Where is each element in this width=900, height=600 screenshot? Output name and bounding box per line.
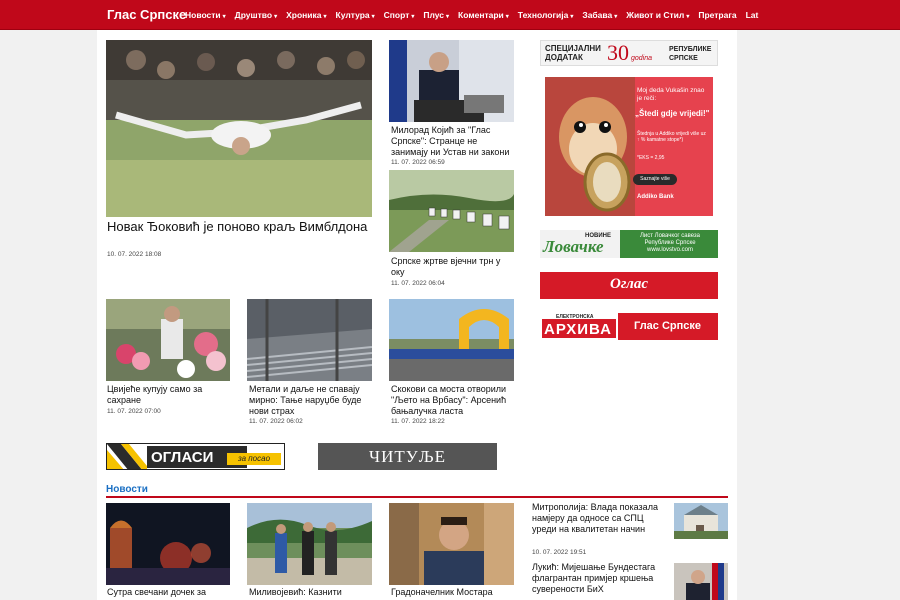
metal-article-image[interactable] [247,299,372,381]
addiko-eks: *EKS = 2,95 [637,155,665,161]
specijalni-line1: СПЕЦИЈАЛНИ [545,44,601,53]
news3-image[interactable] [389,503,514,585]
metal-article-title[interactable]: Метали и даље не спавају мирно: Тање нар… [249,384,373,417]
addiko-ad[interactable]: Moj deda Vukašin znao je reči: „Štedi gd… [545,77,713,216]
nav-item-label: Забава [582,10,613,20]
nav-item-label: Хроника [286,10,322,20]
cvijece-article-date: 11. 07. 2022 07:00 [107,408,161,415]
oglas-banner[interactable]: Оглас [540,272,718,299]
addiko-bank-logo: Addiko Bank [637,194,674,200]
kojic-article-date: 11. 07. 2022 06:59 [391,159,445,166]
nav-item-0[interactable]: Новости ▾ [185,10,226,20]
lovacke-novine-banner[interactable]: НОВИНЕ Ловачке Лист Ловачког савеза Репу… [540,230,718,258]
side-news1-image[interactable] [674,503,728,539]
news1-title[interactable]: Сутра свечани дочек за [107,587,230,598]
nav-item-label: Lat [745,10,759,20]
addiko-quote: Moj deda Vukašin znao je reči: [637,87,705,102]
oglasi-label: ОГЛАСИ [151,449,214,466]
chevron-down-icon: ▾ [222,14,226,20]
specijalni-dodatak-banner[interactable]: СПЕЦИЈАЛНИ ДОДАТАК 30 godina РЕПУБЛИКЕ С… [540,40,718,66]
nav-item-label: Претрага [698,10,737,20]
news3-title[interactable]: Градоначелник Мостара [391,587,515,598]
cvijece-article-title[interactable]: Цвијеће купују само за сахране [107,384,230,406]
side-news1-title[interactable]: Митрополија: Влада показала намјеру да о… [532,502,660,535]
news2-image[interactable] [247,503,372,585]
news1-image[interactable] [106,503,230,585]
main-article-date: 10. 07. 2022 18:08 [107,251,162,258]
news2-title[interactable]: Миливојевић: Казнити [249,587,373,598]
nav-item-3[interactable]: Култура ▾ [336,10,375,20]
nav-item-label: Култура [335,10,370,20]
cvijece-article-image[interactable] [106,299,230,381]
chevron-down-icon: ▾ [274,14,278,20]
nav-item-label: Коментари [458,10,504,20]
arhiva-banner[interactable]: ЕЛЕКТРОНСКА АРХИВА Глас Српске [540,313,718,340]
oglas-label: Оглас [609,276,649,292]
main-article-title[interactable]: Новак Ђоковић је поново краљ Вимблдона [107,219,372,234]
site-logo[interactable]: Глас Српске [107,7,186,22]
zrtve-article-date: 11. 07. 2022 06:04 [391,280,445,287]
chevron-down-icon: ▾ [446,14,450,20]
chevron-down-icon: ▾ [371,14,375,20]
side-news2-title[interactable]: Лукић: Мијешање Бундестага флагрантан пр… [532,562,660,595]
addiko-slogan: „Štedi gdje vrijedi!" [635,109,710,118]
section-title-novosti[interactable]: Новости [106,484,148,495]
top-navbar: Глас Српске Новости ▾ Друштво ▾ Хроника ▾ Култ… [0,0,900,30]
citulje-label: ЧИТУЉЕ [369,447,446,466]
arhiva-brand-label: Глас Српске [634,320,702,332]
skokovi-article-date: 11. 07. 2022 18:22 [391,418,445,425]
section-divider [106,496,728,498]
side-news2-image[interactable] [674,563,728,600]
chevron-down-icon: ▾ [686,14,690,20]
zrtve-article-title[interactable]: Српске жртве вјечни трн у оку [391,256,515,278]
main-article-image[interactable] [106,40,372,217]
specijalni-godina: godina [631,55,653,62]
lovacke-sub1: Лист Ловачког савеза [639,233,701,239]
chevron-down-icon: ▾ [570,14,574,20]
chevron-down-icon: ▾ [411,14,415,20]
lovacke-title: Ловачке [543,237,604,256]
specijalni-line2: ДОДАТАК [545,53,583,62]
lovacke-sub2: Републике Српске [644,240,696,246]
nav-item-label: Технологија [517,10,569,20]
skokovi-article-image[interactable] [389,299,514,381]
specijalni-number: 30 [607,40,629,65]
nav-item-9[interactable]: Живот и Стил ▾ [626,10,689,20]
chevron-down-icon: ▾ [505,14,509,20]
chevron-down-icon: ▾ [323,14,327,20]
lovacke-url: www.lovstvo.com [646,247,693,253]
nav-item-2[interactable]: Хроника ▾ [286,10,326,20]
main-nav: Новости ▾ Друштво ▾ Хроника ▾ Култура ▾ Спорт ▾ Пл… [185,10,767,20]
chevron-down-icon: ▾ [614,14,618,20]
nav-item-1[interactable]: Друштво ▾ [235,10,277,20]
nav-item-label: Друштво [234,10,273,20]
skokovi-article-title[interactable]: Скокови са моста отворили "Љето на Врбас… [391,384,515,417]
nav-item-7[interactable]: Технологија ▾ [518,10,574,20]
nav-item-8[interactable]: Забава ▾ [582,10,617,20]
oglasi-za-posao-banner[interactable]: ОГЛАСИ за посао [106,443,285,470]
side-news1-date: 10. 07. 2022 19:51 [532,549,587,556]
nav-item-6[interactable]: Коментари ▾ [458,10,509,20]
specijalni-right2: СРПСКЕ [669,55,698,62]
nav-item-4[interactable]: Спорт ▾ [384,10,415,20]
nav-item-10[interactable]: Претрага [698,10,736,20]
nav-item-label: Живот и Стил [626,10,685,20]
kojic-article-title[interactable]: Милорад Којић за "Глас Српске": Странце … [391,125,515,158]
nav-item-label: Спорт [383,10,410,20]
nav-item-label: Плус [423,10,445,20]
kojic-article-image[interactable] [389,40,514,122]
oglasi-posao-label: за посао [227,453,281,465]
metal-article-date: 11. 07. 2022 06:02 [249,418,303,425]
addiko-learn-more-button[interactable]: Saznajte više [633,174,677,185]
nav-item-5[interactable]: Плус ▾ [423,10,449,20]
zrtve-article-image[interactable] [389,170,514,252]
citulje-banner[interactable]: ЧИТУЉЕ [318,443,497,470]
nav-item-label: Новости [185,10,221,20]
specijalni-right1: РЕПУБЛИКЕ [669,46,712,53]
nav-item-11[interactable]: Lat [746,10,759,20]
arhiva-big-label: АРХИВА [544,321,612,338]
addiko-text: Štednja u Addiko vrijedi više uz ↑ % kam… [637,131,706,143]
